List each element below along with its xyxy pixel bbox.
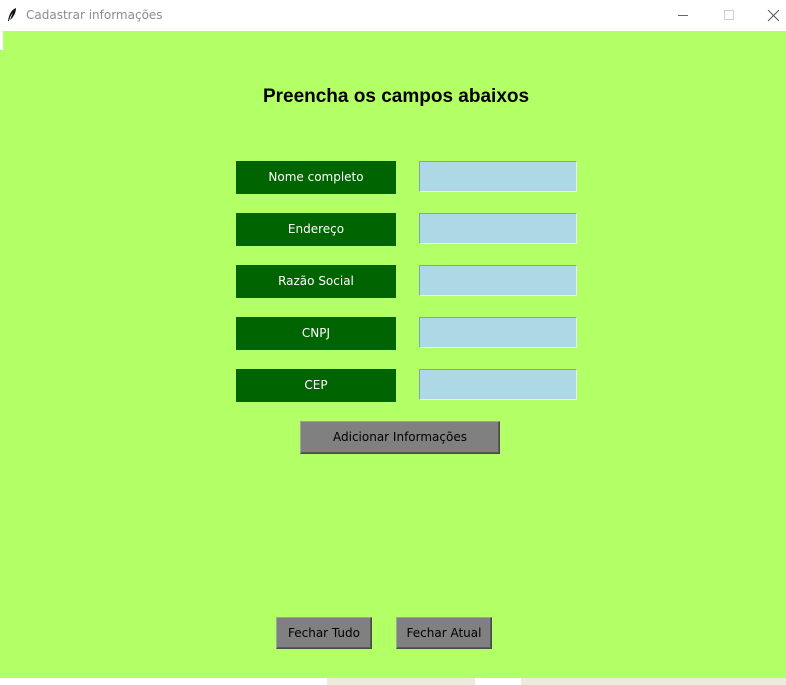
cep-input[interactable] [419, 369, 577, 400]
nome-completo-input[interactable] [419, 161, 577, 192]
background-segment [521, 678, 786, 685]
close-all-button[interactable]: Fechar Tudo [276, 617, 372, 649]
background-strip [0, 678, 786, 685]
feather-icon [6, 7, 18, 23]
razao-social-input[interactable] [419, 265, 577, 296]
label-cep: CEP [236, 369, 396, 402]
cnpj-input[interactable] [419, 317, 577, 348]
page-title: Preencha os campos abaixos [262, 86, 530, 107]
minimize-icon [678, 15, 688, 16]
window-edge [0, 31, 3, 50]
maximize-icon [724, 10, 734, 20]
background-segment [327, 678, 475, 685]
window-title: Cadastrar informações [26, 8, 163, 22]
close-current-button[interactable]: Fechar Atual [396, 617, 492, 649]
close-icon [767, 10, 779, 22]
label-endereco: Endereço [236, 213, 396, 246]
add-info-button[interactable]: Adicionar Informações [300, 421, 500, 454]
label-razao-social: Razão Social [236, 265, 396, 298]
app-window: Cadastrar informações Preencha os campos… [0, 0, 786, 678]
maximize-button[interactable] [706, 0, 752, 31]
label-cnpj: CNPJ [236, 317, 396, 350]
endereco-input[interactable] [419, 213, 577, 244]
label-nome-completo: Nome completo [236, 161, 396, 194]
minimize-button[interactable] [660, 0, 706, 31]
close-button[interactable] [750, 0, 786, 31]
title-bar[interactable]: Cadastrar informações [0, 0, 786, 31]
